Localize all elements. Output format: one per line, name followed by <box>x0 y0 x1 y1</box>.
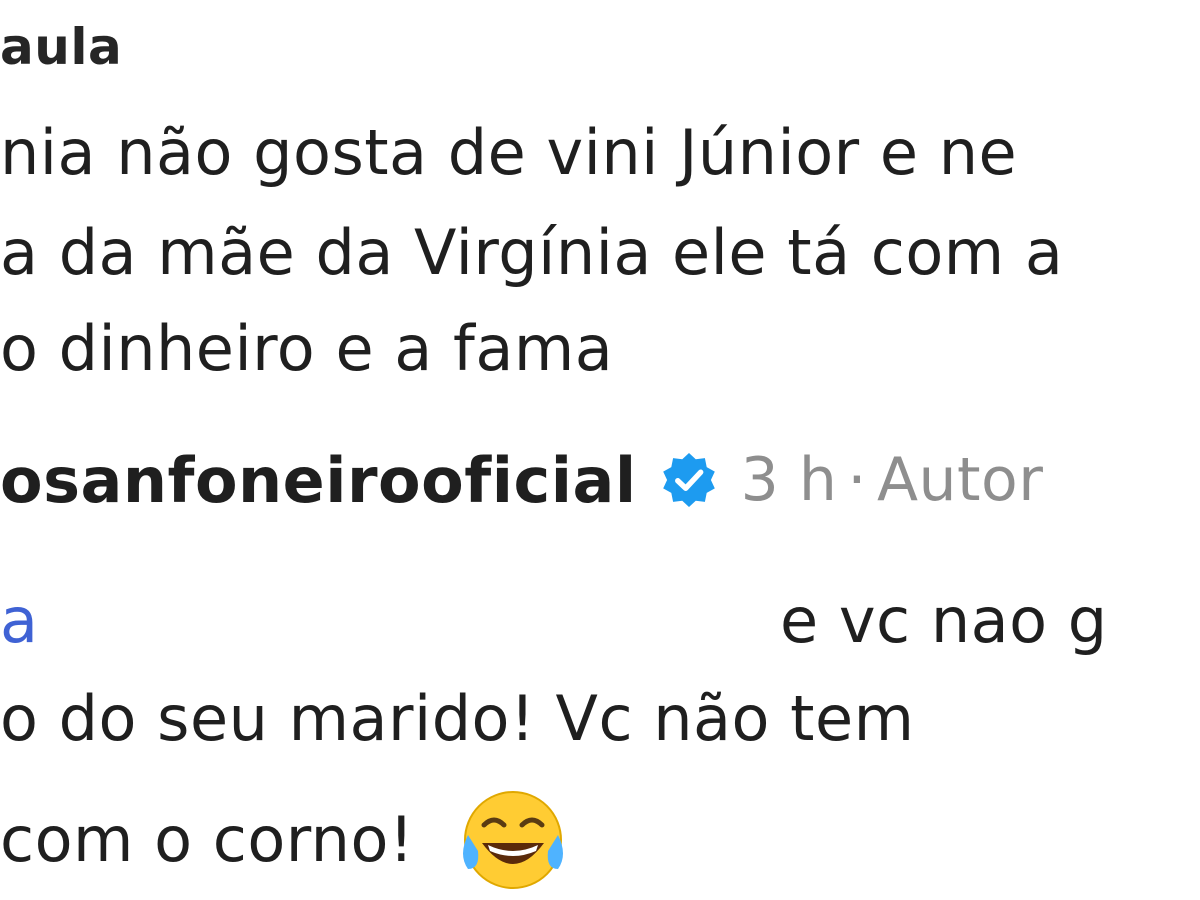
comment-thread: aula nia não gosta de vini Júnior e ne a… <box>0 0 1200 900</box>
author-label: Autor <box>876 445 1044 515</box>
verified-badge-icon <box>659 450 719 510</box>
reply-timestamp: 3 h <box>740 445 838 515</box>
comment-text-line-3: o dinheiro e a fama <box>0 312 614 385</box>
reply-text-line-1: e vc nao g <box>780 584 1108 657</box>
tears-of-joy-emoji-icon <box>454 785 572 895</box>
comment-text-line-1: nia não gosta de vini Júnior e ne <box>0 116 1018 189</box>
reply-meta: 3 h · Autor <box>741 445 1044 515</box>
reply-text-line-3: com o corno! <box>0 803 415 876</box>
reply-username[interactable]: osanfoneirooficial <box>0 444 637 517</box>
reply-text-line-3-row: com o corno! <box>0 785 572 895</box>
comment-username[interactable]: aula <box>0 22 122 72</box>
reply-header: osanfoneirooficial 3 h · Autor <box>0 440 1043 520</box>
reply-mention-link[interactable]: a <box>0 590 39 652</box>
meta-separator: · <box>847 445 867 515</box>
reply-text-line-2: o do seu marido! Vc não tem <box>0 682 915 755</box>
comment-text-line-2: a da mãe da Virgínia ele tá com a <box>0 216 1064 289</box>
